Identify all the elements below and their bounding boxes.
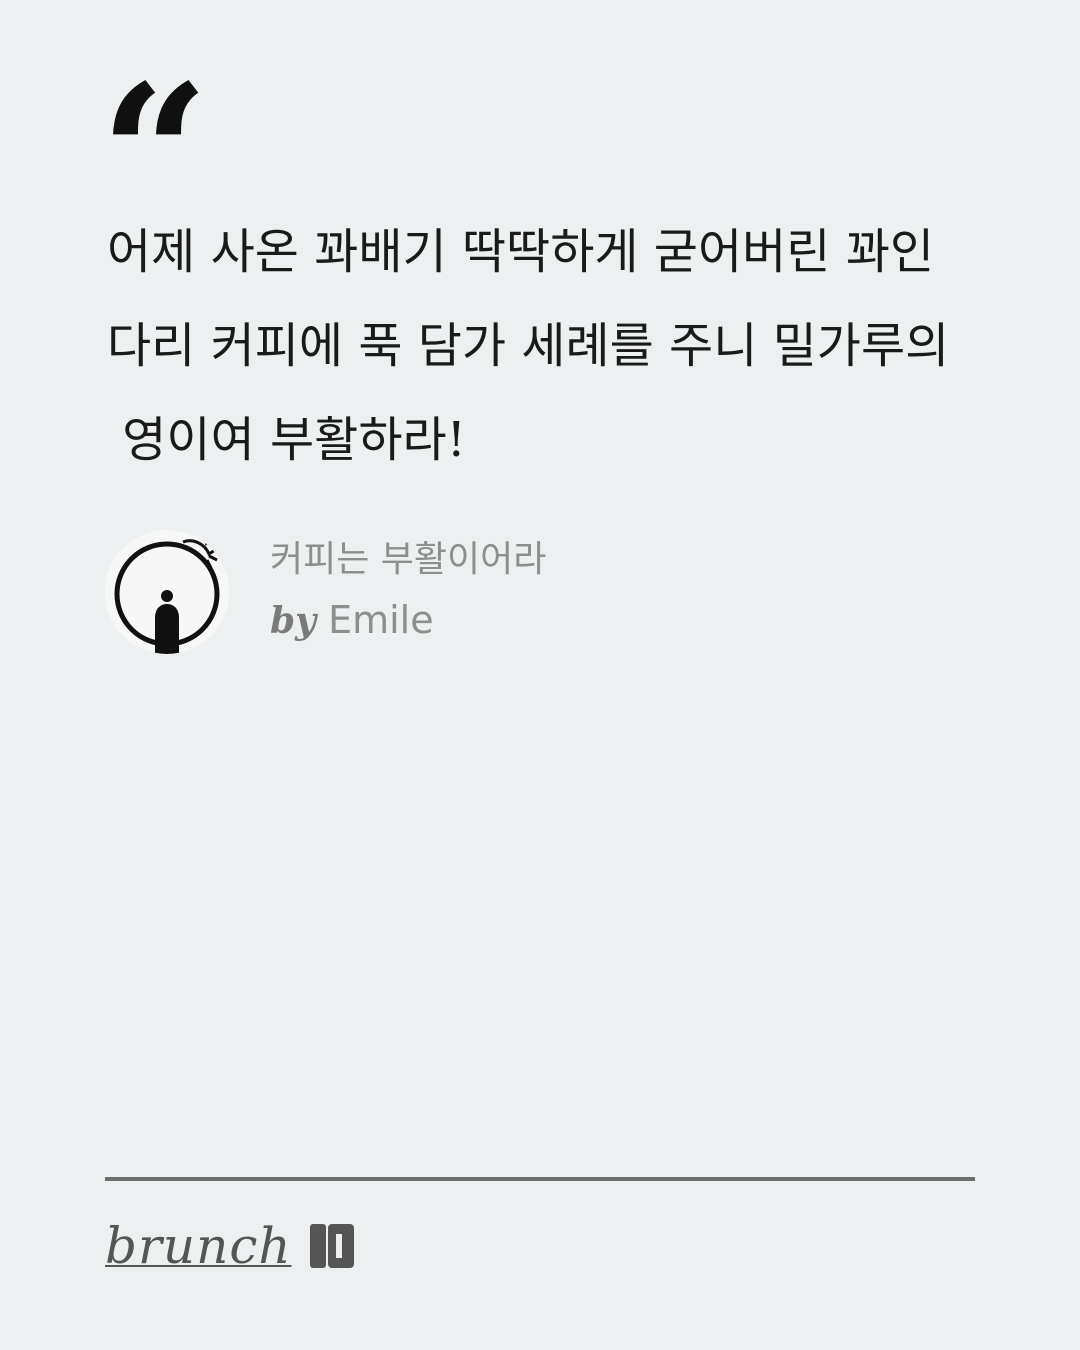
- byline: by Emile: [270, 598, 434, 642]
- brunch-book-icon: [309, 1222, 354, 1270]
- avatar-silhouette-icon: [105, 530, 229, 654]
- brand-footer: brunch: [105, 1216, 354, 1276]
- quote-text: 어제 사온 꽈배기 딱딱하게 굳어버린 꽈인 다리 커피에 푹 담가 세례를 주…: [107, 205, 987, 487]
- author-name[interactable]: Emile: [328, 598, 434, 642]
- by-label: by: [270, 600, 317, 642]
- brand-logo[interactable]: brunch: [105, 1216, 292, 1276]
- footer-divider: [105, 1177, 975, 1181]
- quote-mark-icon: “: [100, 43, 210, 266]
- book-title[interactable]: 커피는 부활이어라: [270, 530, 546, 582]
- quote-line: 다리 커피에 푹 담가 세례를 주니 밀가루의: [107, 318, 950, 374]
- quote-line: 영이여 부활하라!: [107, 412, 466, 468]
- quote-line: 어제 사온 꽈배기 딱딱하게 굳어버린 꽈인: [107, 224, 935, 280]
- author-avatar[interactable]: [105, 530, 229, 654]
